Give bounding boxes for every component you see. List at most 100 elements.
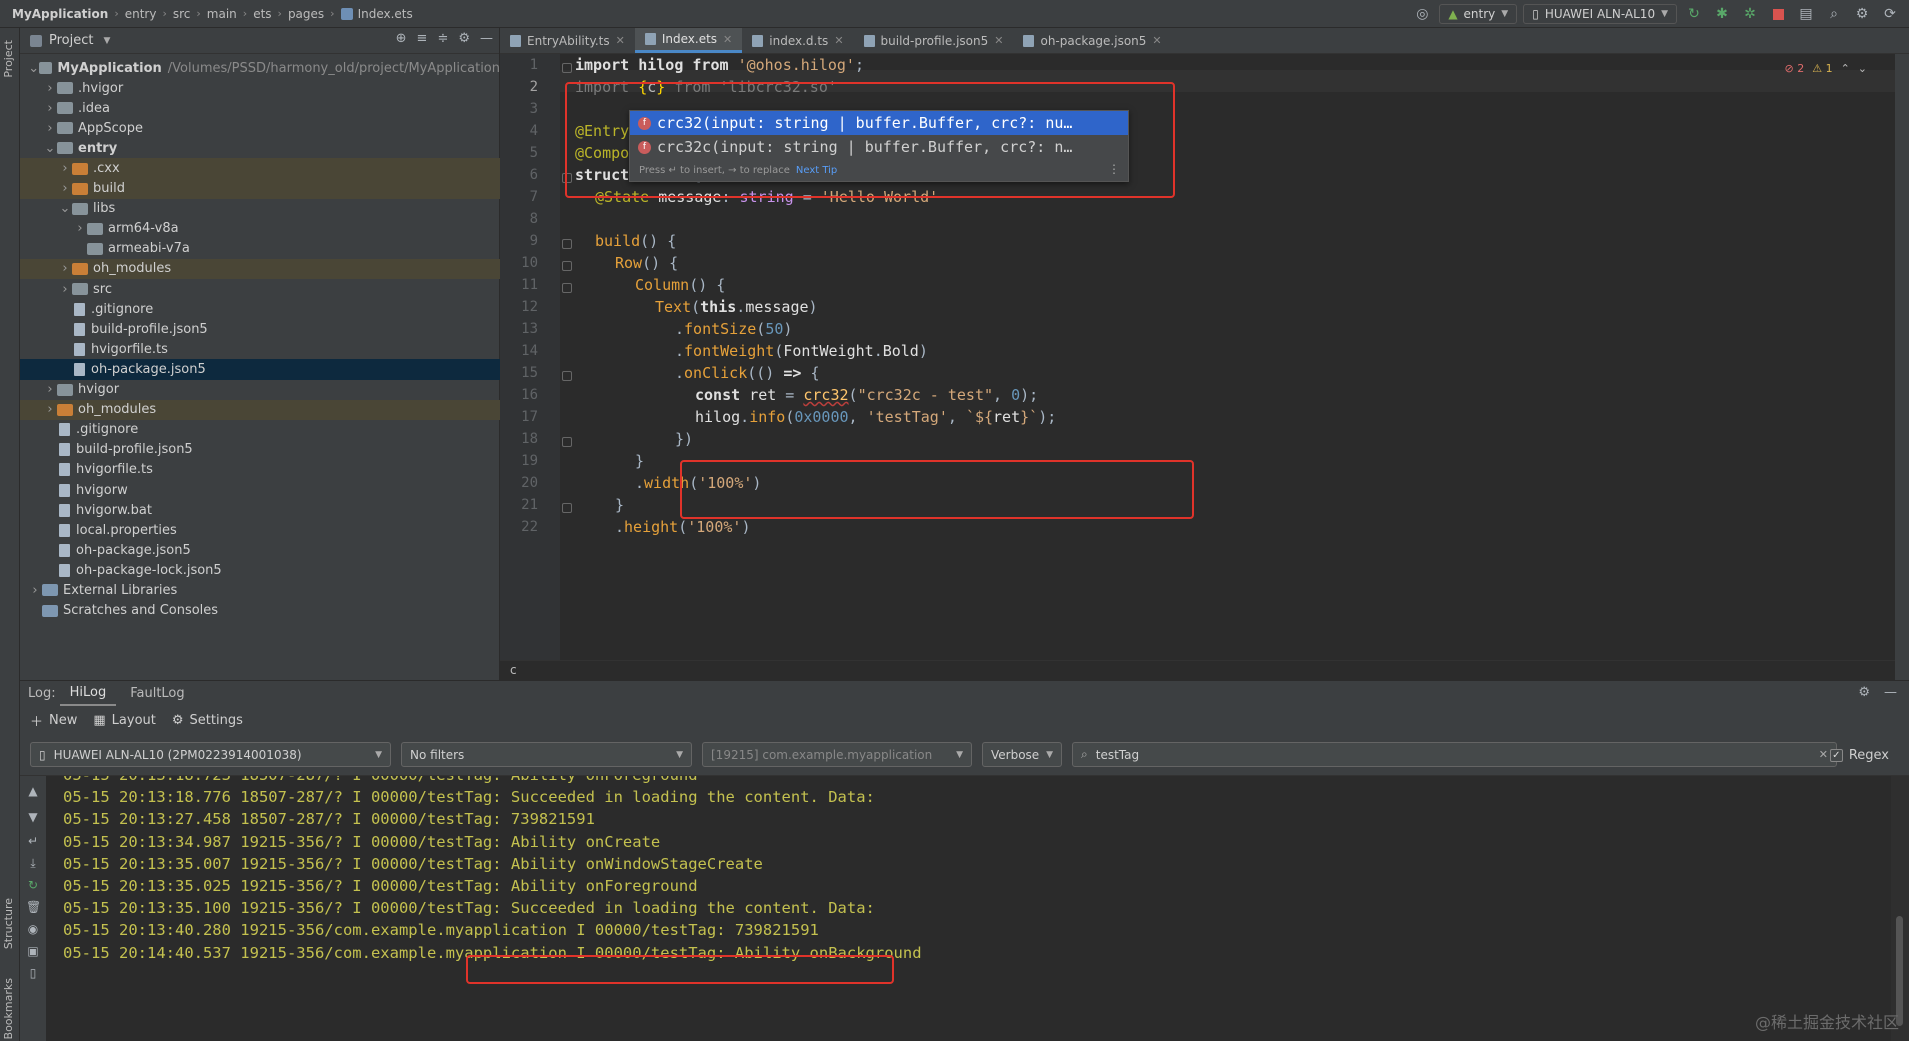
hide-icon[interactable]: — [1884, 685, 1897, 700]
chevron-right-icon[interactable]: › [58, 282, 72, 297]
tree-item[interactable]: hvigorfile.ts [20, 339, 500, 359]
tree-item[interactable]: › AppScope [20, 118, 500, 138]
tree-item[interactable]: › src [20, 279, 500, 299]
inspection-widget[interactable]: ⊘ 2 ⚠ 1 ⌃ ⌄ [1784, 62, 1867, 75]
debug-icon[interactable]: ✱ [1711, 3, 1733, 25]
chevron-down-icon[interactable]: ⌄ [58, 201, 72, 216]
log-scrollbar[interactable] [1891, 776, 1909, 1041]
tree-item[interactable]: › build [20, 178, 500, 199]
gear-icon[interactable]: ⚙ [1858, 685, 1870, 700]
tree-item[interactable]: ⌄ entry [20, 138, 500, 158]
tree-item[interactable]: ⌄ libs [20, 199, 500, 219]
scroll-up-icon[interactable]: ▲ [26, 784, 40, 798]
fold-marker-icon[interactable] [562, 371, 572, 381]
chevron-up-icon[interactable]: ⌃ [1841, 62, 1850, 75]
rerun-icon[interactable]: ↻ [1683, 3, 1705, 25]
bookmarks-tool-button[interactable]: Bookmarks [2, 978, 15, 1039]
tree-item[interactable]: › .idea [20, 98, 500, 118]
tree-item[interactable]: oh-package.json5 [20, 540, 500, 560]
tab-faultlog[interactable]: FaultLog [120, 682, 194, 705]
hide-icon[interactable]: — [480, 31, 493, 46]
fold-marker-icon[interactable] [562, 239, 572, 249]
locate-icon[interactable]: ⊕ [396, 31, 407, 46]
log-output[interactable]: 05-15 20:13:18.723 18507-287/? I 00000/t… [46, 776, 1891, 1041]
update-icon[interactable]: ⟳ [1879, 3, 1901, 25]
chevron-right-icon[interactable]: › [58, 181, 72, 196]
tree-item[interactable]: Scratches and Consoles [20, 601, 500, 621]
chevron-right-icon[interactable]: › [58, 161, 72, 176]
breadcrumb-item[interactable]: pages [282, 7, 330, 21]
scroll-down-icon[interactable]: ▼ [26, 810, 40, 824]
scroll-to-end-icon[interactable]: ⤓ [26, 856, 40, 870]
chevron-right-icon[interactable]: › [43, 101, 57, 116]
tree-item[interactable]: .gitignore [20, 299, 500, 319]
breadcrumb-item[interactable]: main [201, 7, 243, 21]
device-icon[interactable]: ▯ [26, 966, 40, 980]
close-icon[interactable]: ✕ [994, 34, 1003, 47]
tree-item[interactable]: › hvigor [20, 380, 500, 400]
tree-item[interactable]: › oh_modules [20, 399, 500, 420]
save-icon[interactable]: ▣ [26, 944, 40, 958]
breadcrumb-item[interactable]: Index.ets [335, 7, 419, 21]
chevron-right-icon[interactable]: › [43, 402, 57, 417]
tree-item[interactable]: › .cxx [20, 158, 500, 179]
device-select[interactable]: ▯ HUAWEI ALN-AL10 (2PM0223914001038) ▼ [30, 742, 391, 767]
process-select[interactable]: [19215] com.example.myapplication ▼ [702, 742, 972, 767]
project-tool-button[interactable]: Project [2, 40, 15, 78]
tab-hilog[interactable]: HiLog [59, 681, 117, 706]
tree-item[interactable]: › .hvigor [20, 78, 500, 98]
fold-marker-icon[interactable] [562, 503, 572, 513]
target-icon[interactable]: ◎ [1411, 3, 1433, 25]
device-manager-icon[interactable]: ▤ [1795, 3, 1817, 25]
tree-item[interactable]: hvigorw [20, 480, 500, 500]
clear-icon[interactable]: ✕ [1819, 748, 1828, 761]
tree-item[interactable]: oh-package.json5 [20, 359, 500, 380]
fold-marker-icon[interactable] [562, 437, 572, 447]
editor-tab[interactable]: Index.ets ✕ [634, 28, 743, 53]
search-icon[interactable]: ⌕ [1823, 3, 1845, 25]
breadcrumb-item[interactable]: MyApplication [12, 7, 114, 21]
chevron-down-icon[interactable]: ⌄ [1858, 62, 1867, 75]
chevron-right-icon[interactable]: › [43, 121, 57, 136]
chevron-right-icon[interactable]: › [58, 261, 72, 276]
close-icon[interactable]: ✕ [1152, 34, 1161, 47]
fold-marker-icon[interactable] [562, 261, 572, 271]
close-icon[interactable]: ✕ [834, 34, 843, 47]
camera-icon[interactable]: ◉ [26, 922, 40, 936]
regex-checkbox[interactable]: ✓ Regex [1829, 748, 1889, 763]
level-select[interactable]: Verbose ▼ [982, 742, 1062, 767]
stop-icon[interactable] [1767, 3, 1789, 25]
gear-icon[interactable]: ⚙ [1851, 3, 1873, 25]
gear-icon[interactable]: ⚙ [458, 31, 470, 46]
tree-item[interactable]: armeabi-v7a [20, 239, 500, 259]
tree-item[interactable]: ⌄ MyApplication/Volumes/PSSD/harmony_old/… [20, 58, 500, 78]
chevron-down-icon[interactable]: ⌄ [28, 61, 39, 76]
breadcrumb-item[interactable]: ets [247, 7, 277, 21]
close-icon[interactable]: ✕ [723, 33, 732, 46]
tree-item[interactable]: .gitignore [20, 420, 500, 440]
chevron-right-icon[interactable]: › [43, 382, 57, 397]
fold-marker-icon[interactable] [562, 283, 572, 293]
settings-button[interactable]: ⚙ Settings [172, 713, 243, 728]
chevron-right-icon[interactable]: › [73, 221, 87, 236]
new-button[interactable]: ＋ New [30, 711, 77, 730]
filter-select[interactable]: No filters ▼ [401, 742, 692, 767]
tree-item[interactable]: build-profile.json5 [20, 319, 500, 339]
editor-tab[interactable]: build-profile.json5 ✕ [854, 28, 1014, 53]
log-search-input[interactable]: ⌕ testTag ✕ [1072, 742, 1837, 767]
editor-tab[interactable]: index.d.ts ✕ [742, 28, 853, 53]
attach-debugger-icon[interactable]: ✲ [1739, 3, 1761, 25]
expand-all-icon[interactable]: ≡ [417, 31, 428, 46]
chevron-right-icon[interactable]: › [28, 583, 42, 598]
tree-item[interactable]: hvigorw.bat [20, 500, 500, 520]
editor-tab[interactable]: EntryAbility.ts ✕ [500, 28, 635, 53]
structure-tool-button[interactable]: Structure [2, 898, 15, 949]
collapse-all-icon[interactable]: ≑ [437, 31, 448, 46]
tree-item[interactable]: local.properties [20, 520, 500, 540]
chevron-down-icon[interactable]: ⌄ [43, 141, 57, 156]
editor-breadcrumb[interactable]: c [500, 660, 1895, 680]
tree-item[interactable]: › oh_modules [20, 258, 500, 280]
tree-item[interactable]: › External Libraries [20, 580, 500, 600]
tree-item[interactable]: hvigorfile.ts [20, 460, 500, 480]
module-selector[interactable]: ▲ entry ▼ [1439, 4, 1518, 24]
